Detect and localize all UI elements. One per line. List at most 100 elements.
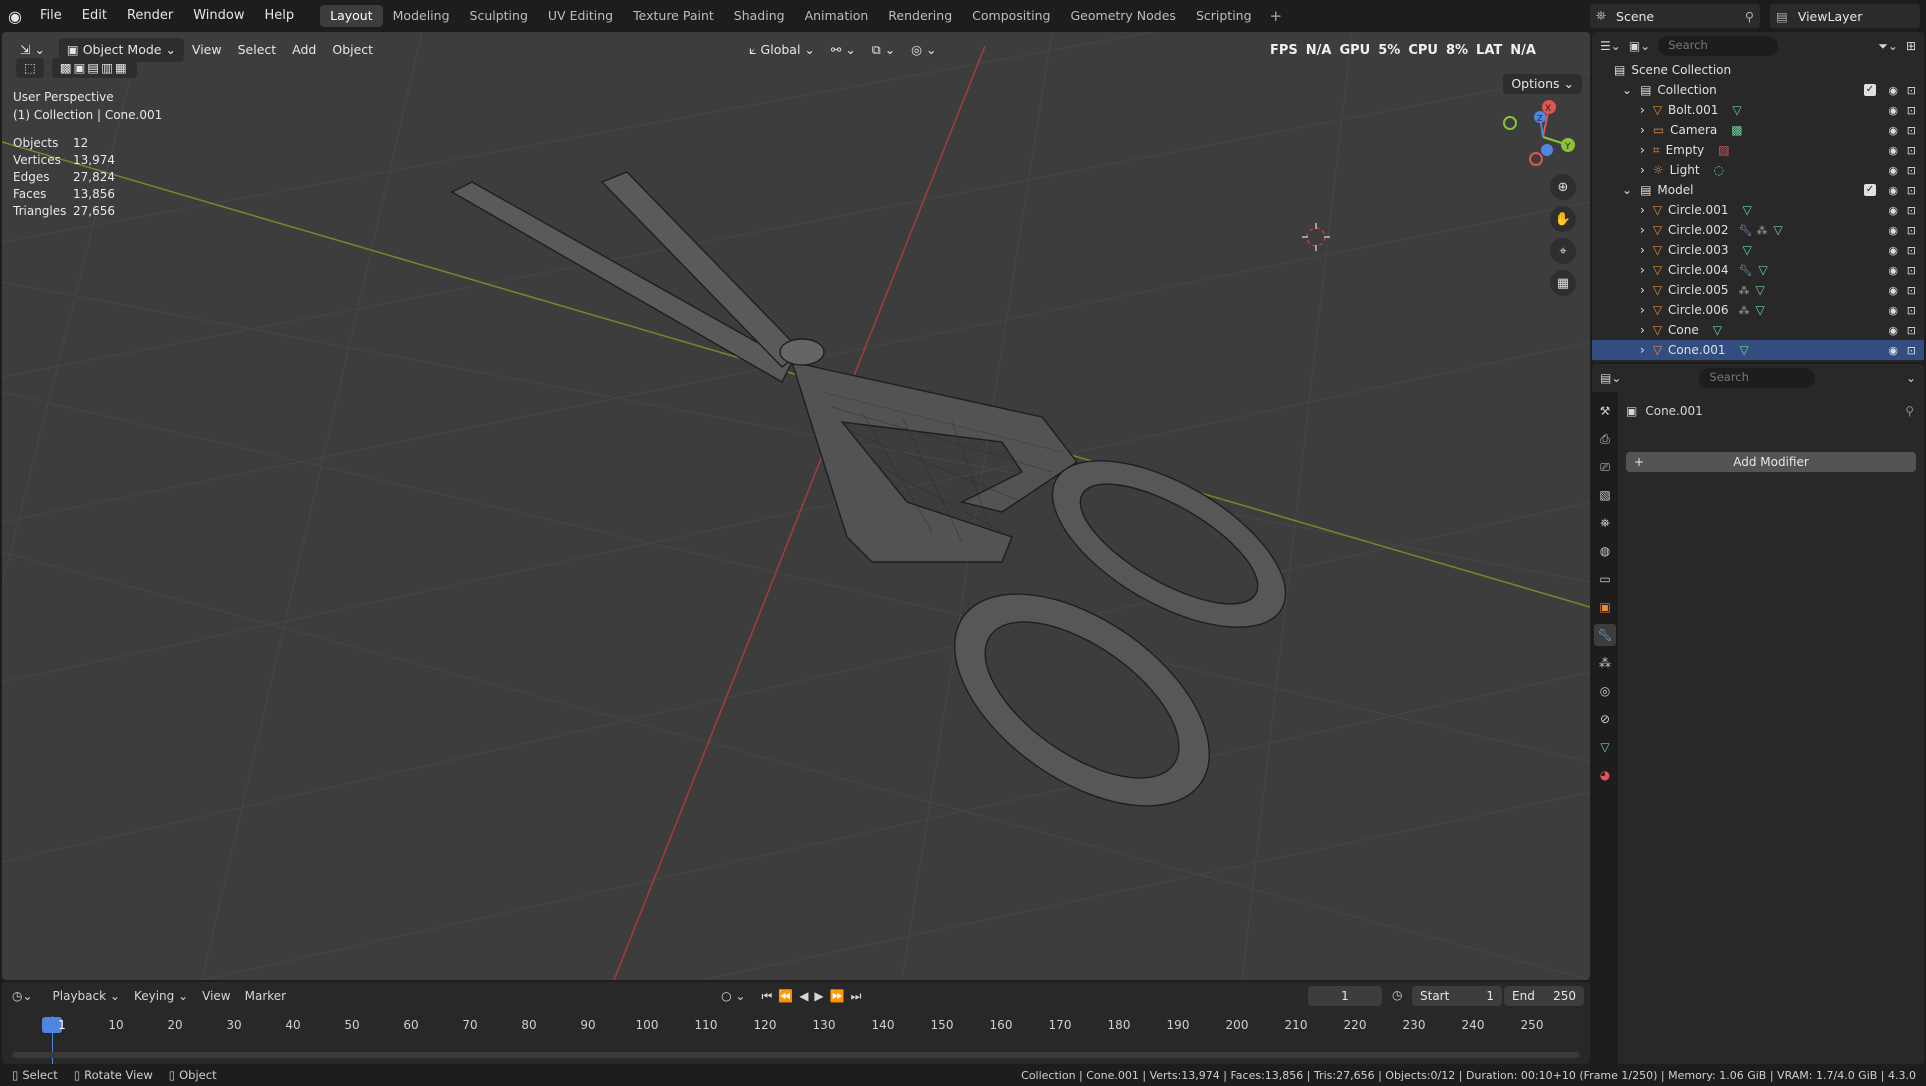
chevron-down-icon[interactable]: ⌄ [1622,183,1632,197]
eye-icon[interactable]: ◉ [1888,84,1898,97]
proportional-editing-icon[interactable]: ◎ ⌄ [903,38,944,62]
add-modifier-button[interactable]: + Add Modifier [1626,452,1916,472]
constraints-tab-icon[interactable]: ⊘ [1594,708,1616,730]
outliner-item[interactable]: › ▽ Circle.004 🔧︎ ▽ ◉ ⊡ [1592,260,1924,280]
end-frame-input[interactable]: End 250 [1504,986,1584,1006]
camera-render-icon[interactable]: ⊡ [1907,144,1916,157]
eye-icon[interactable]: ◉ [1888,304,1898,317]
eye-icon[interactable]: ◉ [1888,324,1898,337]
3d-viewport[interactable]: X Y Z ⇲ ⌄ ▣ Object Mode ⌄ View Select Ad… [2,32,1590,980]
tab-compositing[interactable]: Compositing [962,5,1060,27]
tab-shading[interactable]: Shading [724,5,795,27]
chevron-right-icon[interactable]: › [1640,203,1645,217]
add-workspace-icon[interactable]: + [1262,7,1291,25]
camera-render-icon[interactable]: ⊡ [1907,84,1916,97]
tab-rendering[interactable]: Rendering [878,5,962,27]
properties-search-input[interactable]: Search [1699,368,1816,388]
outliner-editor-icon[interactable]: ☰⌄ [1600,39,1621,53]
outliner-item[interactable]: › ▽ Circle.006 ⁂ ▽ ◉ ⊡ [1592,300,1924,320]
3d-cursor[interactable] [1302,223,1330,251]
chevron-right-icon[interactable]: › [1640,323,1645,337]
menu-add[interactable]: Add [284,38,324,62]
tab-modeling[interactable]: Modeling [383,5,460,27]
eye-icon[interactable]: ◉ [1888,184,1898,197]
properties-editor-icon[interactable]: ▤⌄ [1600,371,1621,385]
camera-render-icon[interactable]: ⊡ [1907,124,1916,137]
timeline-scrollbar[interactable] [12,1052,1580,1058]
chevron-right-icon[interactable]: › [1640,243,1645,257]
chevron-right-icon[interactable]: › [1640,303,1645,317]
perspective-grid-icon[interactable]: ▦ [1550,270,1576,296]
camera-render-icon[interactable]: ⊡ [1907,284,1916,297]
collection-tab-icon[interactable]: ▭ [1594,568,1616,590]
tab-sculpting[interactable]: Sculpting [460,5,538,27]
navigation-gizmo[interactable]: X Y Z [1503,100,1575,166]
camera-render-icon[interactable]: ⊡ [1907,104,1916,117]
chevron-right-icon[interactable]: › [1640,143,1645,157]
eye-icon[interactable]: ◉ [1888,264,1898,277]
camera-render-icon[interactable]: ⊡ [1907,264,1916,277]
pan-hand-icon[interactable]: ✋ [1550,206,1576,232]
tab-texture-paint[interactable]: Texture Paint [623,5,724,27]
eye-icon[interactable]: ◉ [1888,144,1898,157]
menu-window[interactable]: Window [183,0,254,32]
eye-icon[interactable]: ◉ [1888,164,1898,177]
output-tab-icon[interactable]: ⎚ [1594,456,1616,478]
menu-view-timeline[interactable]: View [202,989,230,1003]
collection-row[interactable]: ⌄ ▤ Collection ✓ ◉ ⊡ [1592,80,1924,100]
chevron-right-icon[interactable]: › [1640,103,1645,117]
selection-mode-icons[interactable]: ▩▣▤▥▦ [51,58,137,78]
eye-icon[interactable]: ◉ [1888,124,1898,137]
menu-select[interactable]: Select [230,38,285,62]
camera-render-icon[interactable]: ⊡ [1907,244,1916,257]
outliner-item[interactable]: › ▽ Circle.003 ▽ ◉ ⊡ [1592,240,1924,260]
world-tab-icon[interactable]: ◍ [1594,540,1616,562]
chevron-right-icon[interactable]: › [1640,263,1645,277]
menu-object[interactable]: Object [324,38,381,62]
frame-ruler[interactable]: 1 10 20 30 40 50 60 70 80 90 100 110 120… [12,1016,1580,1064]
transform-orientation-selector[interactable]: ⟀ Global ⌄ [741,38,823,62]
tab-scripting[interactable]: Scripting [1186,5,1262,27]
playback-controls-icons[interactable]: ⏮⏪◀▶⏩⏭ [761,989,867,1004]
auto-keying-icon[interactable]: ○ ⌄ [721,989,745,1003]
scene-selector[interactable]: ⛯ Scene ⚲ [1590,4,1760,28]
outliner-item[interactable]: › ⌗ Empty ▨ ◉ ⊡ [1592,140,1924,160]
outliner-item[interactable]: › ☼ Light ◌ ◉ ⊡ [1592,160,1924,180]
outliner-item[interactable]: › ▽ Cone ▽ ◉ ⊡ [1592,320,1924,340]
exclude-checkbox[interactable]: ✓ [1864,184,1876,196]
camera-render-icon[interactable]: ⊡ [1907,164,1916,177]
physics-tab-icon[interactable]: ◎ [1594,680,1616,702]
tab-animation[interactable]: Animation [795,5,879,27]
camera-render-icon[interactable]: ⊡ [1907,324,1916,337]
scissors-model[interactable] [450,171,1312,849]
exclude-checkbox[interactable]: ✓ [1864,84,1876,96]
menu-view[interactable]: View [184,38,230,62]
camera-render-icon[interactable]: ⊡ [1907,304,1916,317]
outliner-item[interactable]: › ▽ Circle.005 ⁂ ▽ ◉ ⊡ [1592,280,1924,300]
options-chevron-icon[interactable]: ⌄ [1906,371,1916,385]
object-tab-icon[interactable]: ▣ [1594,596,1616,618]
collection-row[interactable]: ⌄ ▤ Model ✓ ◉ ⊡ [1592,180,1924,200]
outliner-item[interactable]: › ▽ Bolt.001 ▽ ◉ ⊡ [1592,100,1924,120]
snap-icon[interactable]: ⧉ ⌄ [864,38,903,62]
menu-render[interactable]: Render [117,0,183,32]
data-tab-icon[interactable]: ▽ [1594,736,1616,758]
view-layer-selector[interactable]: ▤ ViewLayer [1770,4,1920,28]
outliner-item[interactable]: › ▽ Circle.002 🔧︎ ⁂ ▽ ◉ ⊡ [1592,220,1924,240]
camera-view-icon[interactable]: ⌖ [1550,238,1576,264]
render-tab-icon[interactable]: ⎙ [1594,428,1616,450]
tab-uv-editing[interactable]: UV Editing [538,5,623,27]
eye-icon[interactable]: ◉ [1888,204,1898,217]
current-frame-input[interactable]: 1 [1308,986,1382,1006]
pivot-icon[interactable]: ⚯ ⌄ [823,38,864,62]
pin-icon[interactable]: ⚲ [1905,404,1914,418]
menu-playback[interactable]: Playback ⌄ [53,989,120,1003]
eye-icon[interactable]: ◉ [1888,244,1898,257]
particles-tab-icon[interactable]: ⁂ [1594,652,1616,674]
chevron-right-icon[interactable]: › [1640,223,1645,237]
eye-icon[interactable]: ◉ [1888,344,1898,357]
chevron-right-icon[interactable]: › [1640,343,1645,357]
new-collection-icon[interactable]: ⊞ [1906,39,1916,53]
eye-icon[interactable]: ◉ [1888,104,1898,117]
outliner-item[interactable]: › ▽ Circle.001 ▽ ◉ ⊡ [1592,200,1924,220]
